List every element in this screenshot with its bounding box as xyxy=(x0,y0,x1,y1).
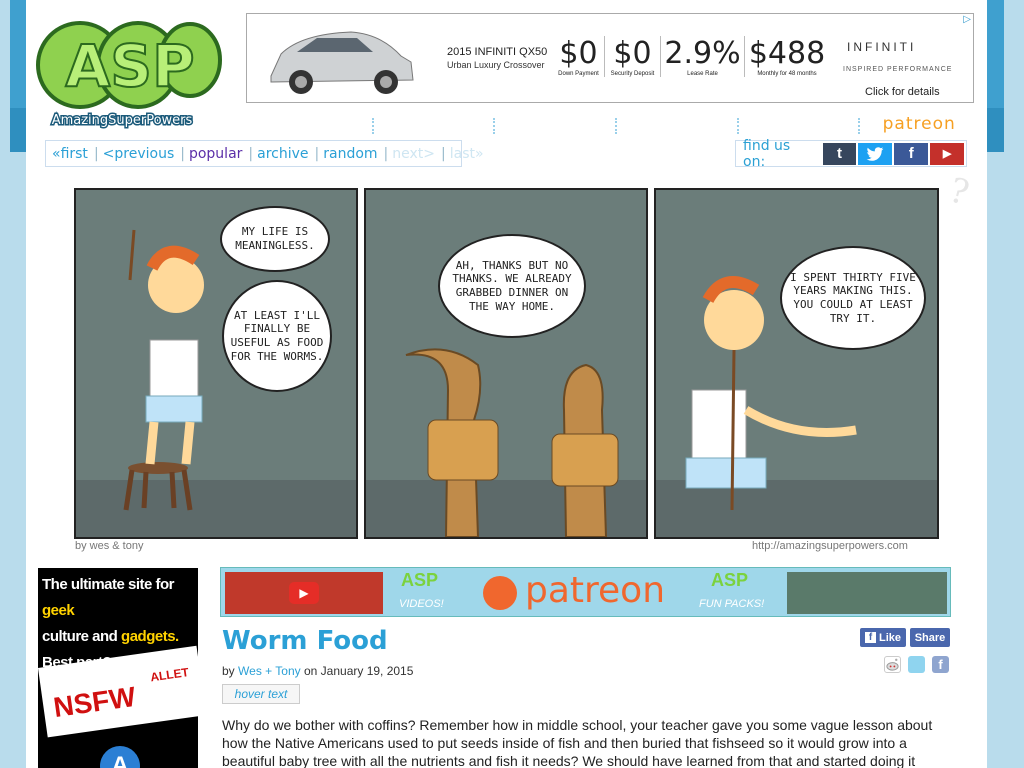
sticker-text: ALLET xyxy=(149,665,190,685)
ad-cta[interactable]: Click for details xyxy=(865,86,940,98)
ad-highlight: gadgets. xyxy=(121,628,179,645)
facebook-icon[interactable]: f xyxy=(894,142,929,165)
author-tony-link[interactable]: Tony xyxy=(275,664,300,678)
comic-credit: by wes & tony xyxy=(75,540,144,552)
offer-value: $0 xyxy=(559,36,598,71)
post-byline: by Wes + Tony on January 19, 2015 xyxy=(222,664,413,678)
nav-rss[interactable]: rss xyxy=(615,114,737,134)
panel-3-art xyxy=(656,276,937,537)
offer-value: 2.9% xyxy=(664,36,741,71)
fun-packs-label: FUN PACKS! xyxy=(699,598,765,610)
comic-panel-2: AH, THANKS BUT NO THANKS. WE ALREADY GRA… xyxy=(364,188,648,539)
patreon-icon xyxy=(483,576,517,610)
offer-value: $0 xyxy=(613,36,652,71)
comic-url: http://amazingsuperpowers.com xyxy=(752,540,908,552)
facebook-like-button[interactable]: f Like xyxy=(860,628,906,647)
post-title[interactable]: Worm Food xyxy=(222,626,388,656)
play-icon: ▶ xyxy=(289,582,319,604)
facebook-share-button[interactable]: Share xyxy=(910,628,950,647)
previous-link[interactable]: <previous xyxy=(103,146,175,162)
facebook-share-icon[interactable]: f xyxy=(932,656,949,673)
youtube-icon[interactable]: ▶ xyxy=(930,142,965,165)
nav-shorts[interactable]: shorts xyxy=(493,114,615,134)
asp-mini-logo: ASP xyxy=(401,570,439,590)
post-body: Why do we bother with coffins? Remember … xyxy=(222,717,933,768)
nav-wes-tony[interactable]: wes & tony xyxy=(250,114,372,134)
speech-bubble: I SPENT THIRTY FIVE YEARS MAKING THIS. Y… xyxy=(780,246,926,350)
speech-bubble: MY LIFE IS MEANINGLESS. xyxy=(220,206,330,272)
facebook-icon: f xyxy=(864,632,876,643)
ad-line: culture and xyxy=(42,628,118,645)
nsfw-text: NSFW xyxy=(51,680,138,724)
comic-panel-1: MY LIFE IS MEANINGLESS. AT LEAST I'LL FI… xyxy=(74,188,358,539)
reddit-alien-icon xyxy=(886,658,899,671)
find-us-label: find us on: xyxy=(743,137,791,170)
top-ad-banner[interactable]: 2015 INFINITI QX50 Urban Luxury Crossove… xyxy=(246,13,974,103)
twitter-icon[interactable] xyxy=(858,142,893,165)
asp-mini-logo: ASP xyxy=(711,570,749,590)
logo-wordmark: AmazingSuperPowers xyxy=(52,113,193,128)
comic-strip: MY LIFE IS MEANINGLESS. AT LEAST I'LL FI… xyxy=(74,188,939,540)
speech-bubble: AH, THANKS BUT NO THANKS. WE ALREADY GRA… xyxy=(438,234,586,338)
next-link: next> xyxy=(392,145,436,162)
first-link[interactable]: «first xyxy=(52,146,88,162)
twitter-share-icon[interactable] xyxy=(908,656,925,673)
videos-label: VIDEOS! xyxy=(399,598,444,610)
ad-brand: INFINITI xyxy=(847,40,917,54)
ad-highlight: geek xyxy=(42,602,75,619)
offer-label: Down Payment xyxy=(558,71,599,77)
random-link[interactable]: random xyxy=(323,146,377,162)
author-wes-link[interactable]: Wes xyxy=(238,664,262,678)
main-nav: wes & tony comics shorts rss store patre… xyxy=(250,110,980,138)
post-date: on January 19, 2015 xyxy=(300,664,414,678)
byline-plus: + xyxy=(261,664,276,678)
twitter-bird-icon xyxy=(866,146,884,161)
comic-panel-3: I SPENT THIRTY FIVE YEARS MAKING THIS. Y… xyxy=(654,188,939,539)
comic-thumbnail xyxy=(787,572,947,614)
byline-by: by xyxy=(222,664,235,678)
ad-offers: $0 Down Payment $0 Security Deposit 2.9% Le… xyxy=(553,36,829,77)
ad-subtitle: Urban Luxury Crossover xyxy=(447,60,545,70)
patreon-wordmark: patreon xyxy=(525,570,666,611)
archive-link[interactable]: archive xyxy=(257,146,308,162)
adchoices-icon[interactable]: ▷ xyxy=(963,14,971,25)
nav-store[interactable]: store xyxy=(736,114,859,134)
offer-label: Security Deposit xyxy=(610,71,655,77)
ad-line: The ultimate site for xyxy=(42,576,175,593)
ad-badge: A xyxy=(100,746,140,768)
last-link: last» xyxy=(449,145,484,162)
offer-label: Monthly for 48 months xyxy=(757,71,817,77)
offer-value: $488 xyxy=(748,36,826,71)
speech-bubble: AT LEAST I'LL FINALLY BE USEFUL AS FOOD … xyxy=(222,280,332,392)
offer-label: Lease Rate xyxy=(687,71,718,77)
patreon-banner[interactable]: ▶ ASP VIDEOS! patreon ASP FUN PACKS! xyxy=(220,567,951,617)
reddit-icon[interactable] xyxy=(884,656,901,673)
popular-link[interactable]: popular xyxy=(189,146,242,162)
tumblr-icon[interactable]: t xyxy=(822,142,857,165)
car-image xyxy=(270,31,414,94)
find-us-bar: find us on: t f ▶ xyxy=(735,137,967,170)
comic-nav: «first | <previous | popular | archive | ran… xyxy=(45,140,484,167)
hover-text-button[interactable]: hover text xyxy=(222,684,300,704)
ad-model: 2015 INFINITI QX50 xyxy=(447,46,548,58)
video-thumbnail: ▶ xyxy=(225,572,383,614)
sidebar-ad[interactable]: The ultimate site for geek culture and g… xyxy=(38,568,198,768)
site-logo[interactable]: ASP AmazingSuperPowers xyxy=(30,10,230,130)
like-label: Like xyxy=(878,631,901,644)
nav-patreon[interactable]: patreon xyxy=(858,114,980,134)
nav-comics[interactable]: comics xyxy=(371,114,494,134)
logo-mark: ASP xyxy=(65,32,194,100)
ad-tagline: INSPIRED PERFORMANCE xyxy=(843,66,953,73)
